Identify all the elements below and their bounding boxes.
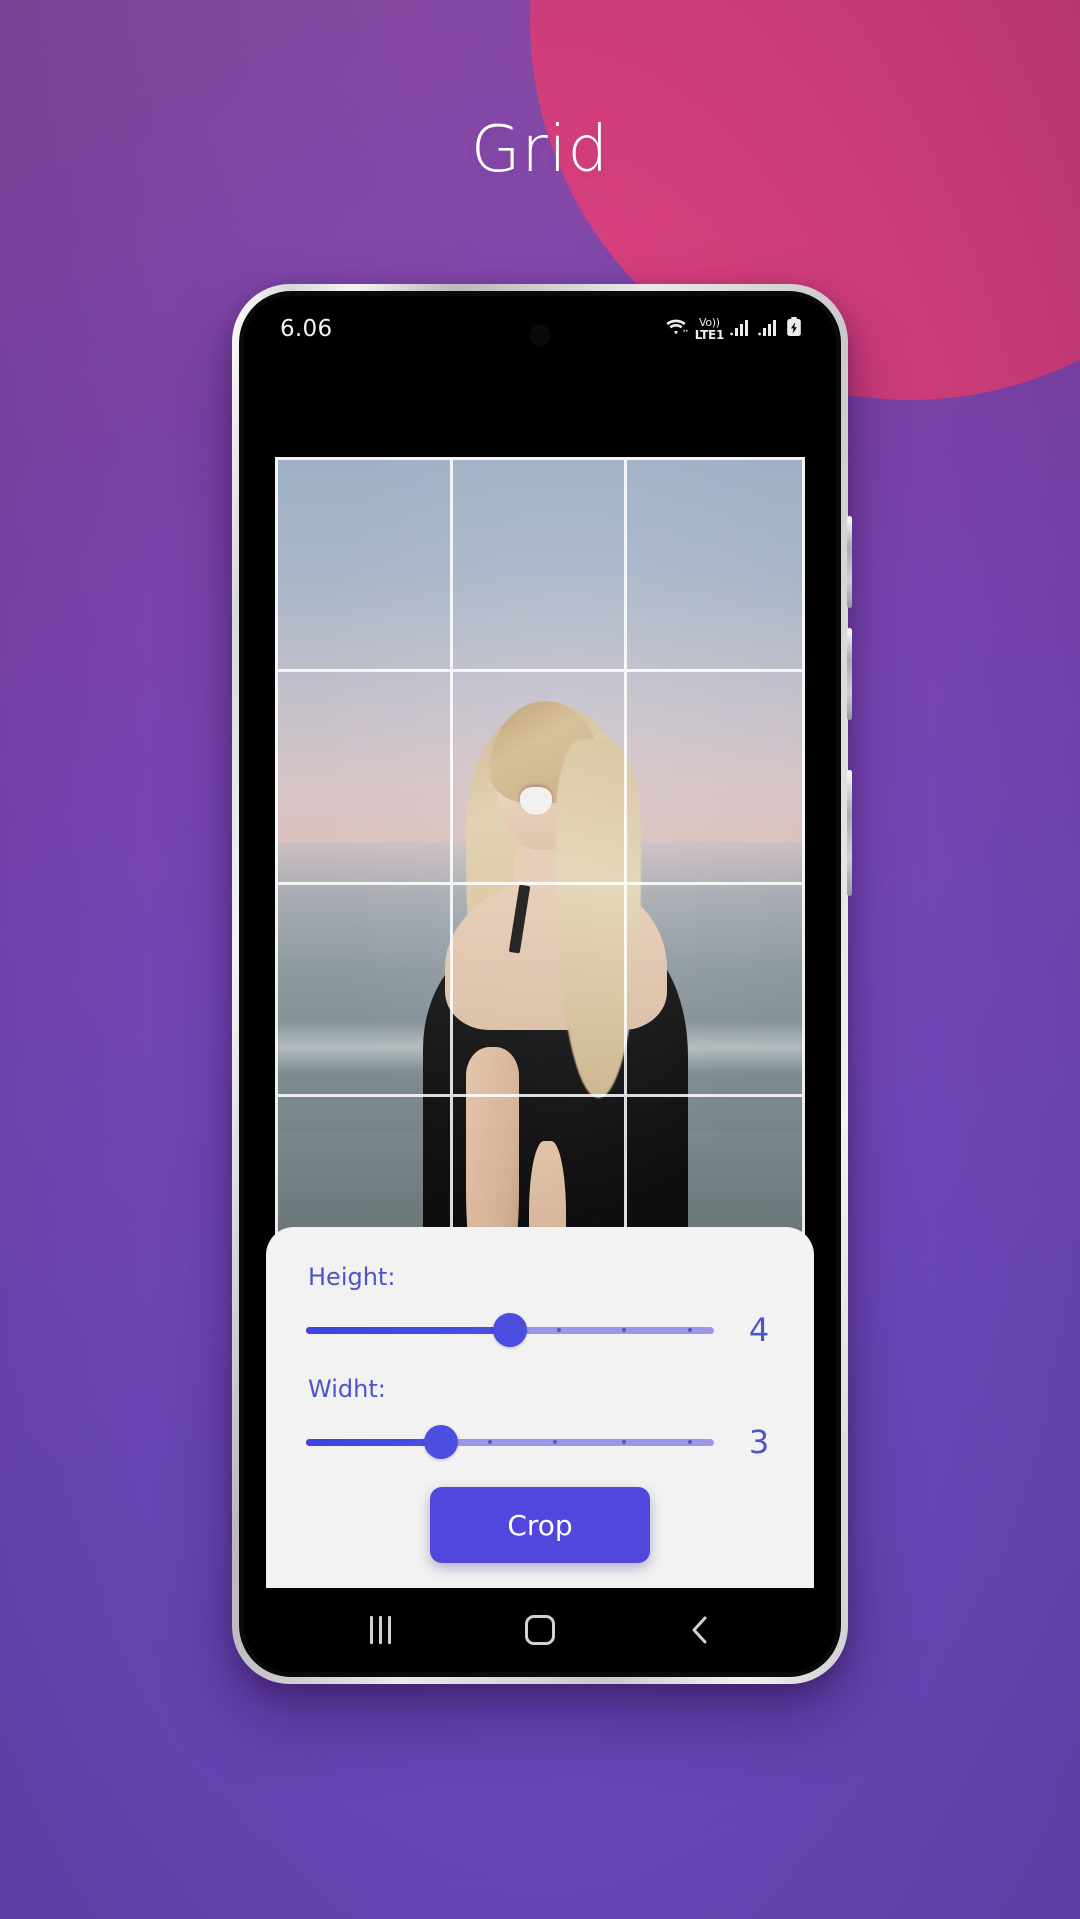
status-time: 6.06 [280,316,333,342]
photo-light-overlay [275,457,805,1312]
slider-tick [622,1440,627,1444]
volume-up-button[interactable] [847,516,852,608]
width-slider[interactable] [306,1424,714,1460]
source-photo [275,457,805,1312]
recents-icon [369,1616,391,1644]
height-slider[interactable] [306,1312,714,1348]
height-slider-row: 4 [298,1311,782,1349]
volte-icon: Vo)) LTE1 [694,316,725,342]
status-icons: Vo)) LTE1 [664,316,802,342]
slider-tick [552,1440,557,1444]
controls-card: Height: 4 Widht: 3 Crop [266,1227,814,1589]
home-button[interactable] [505,1602,575,1658]
width-slider-thumb[interactable] [423,1425,458,1459]
slider-tick [687,1328,692,1332]
width-track-active [306,1438,441,1446]
power-button[interactable] [847,770,852,896]
home-icon [525,1615,555,1645]
height-track-active [306,1326,510,1334]
wifi-icon [664,317,689,342]
slider-tick [622,1328,627,1332]
photo-with-grid[interactable] [275,457,805,1312]
android-navigation-bar [244,1588,836,1672]
crop-button[interactable]: Crop [430,1487,650,1563]
battery-charging-icon [786,316,802,342]
phone-mockup: 6.06 Vo)) LTE1 Height: 4 Widht: 3 Crop [232,284,852,1684]
width-label: Widht: [308,1375,386,1403]
phone-bezel: 6.06 Vo)) LTE1 Height: 4 Widht: 3 Crop [239,291,841,1677]
height-label: Height: [308,1263,396,1291]
back-button[interactable] [665,1602,735,1658]
photo-area [244,362,836,1312]
signal-bars-icon [758,318,780,341]
front-camera-icon [530,326,550,345]
slider-tick [556,1328,561,1332]
recents-button[interactable] [345,1602,415,1658]
volume-down-button[interactable] [847,628,852,720]
width-value: 3 [748,1423,770,1461]
phone-screen: 6.06 Vo)) LTE1 Height: 4 Widht: 3 Crop [244,296,836,1672]
page-title: Grid [470,113,610,187]
signal-bars-icon [730,318,752,341]
height-slider-thumb[interactable] [493,1313,527,1347]
slider-tick [687,1440,692,1444]
width-slider-row: 3 [298,1423,782,1461]
slider-tick [487,1440,492,1444]
height-value: 4 [748,1311,770,1349]
back-icon [692,1616,707,1644]
